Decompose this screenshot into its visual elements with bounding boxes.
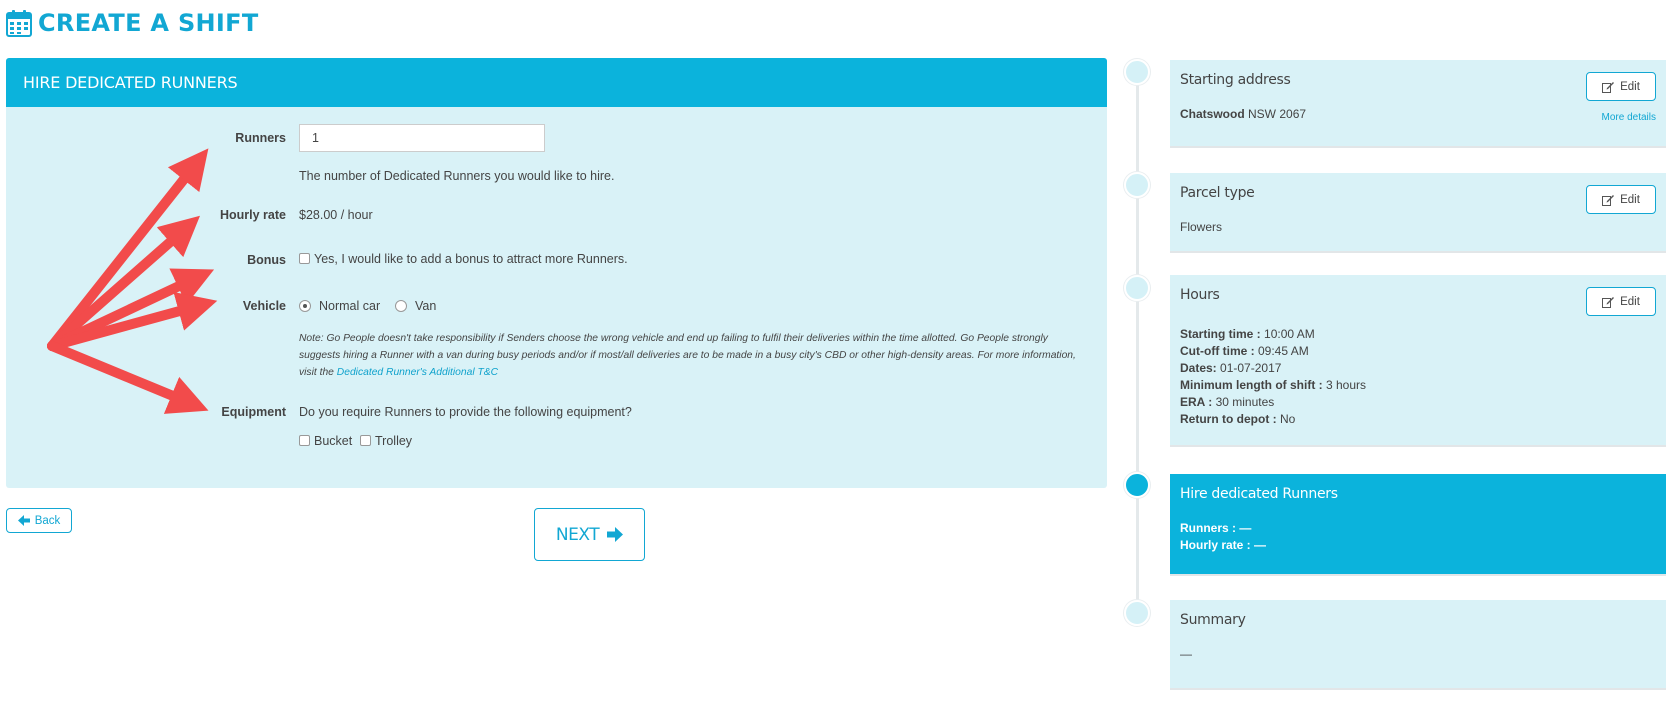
vehicle-option-normal-car[interactable]: Normal car xyxy=(299,299,380,313)
bucket-checkbox[interactable] xyxy=(299,435,310,446)
equipment-option-trolley[interactable]: Trolley xyxy=(360,434,412,448)
summary-value: — xyxy=(1180,647,1192,661)
step-parcel-type: Parcel type Flowers Edit xyxy=(1170,173,1666,253)
trolley-label: Trolley xyxy=(375,434,413,448)
hire-runners-panel: HIRE DEDICATED RUNNERS Runners The numbe… xyxy=(6,58,1107,488)
timeline-dot-parcel-type xyxy=(1124,172,1150,198)
edit-starting-address-button[interactable]: Edit xyxy=(1586,72,1656,101)
hire-row: Hourly rate : — xyxy=(1180,538,1267,552)
bonus-checkbox[interactable] xyxy=(299,253,310,264)
step-title: Summary xyxy=(1180,612,1246,628)
address-postcode: NSW 2067 xyxy=(1248,107,1307,121)
vehicle-label: Vehicle xyxy=(242,299,286,313)
timeline-line xyxy=(1136,70,1139,610)
equipment-option-bucket[interactable]: Bucket xyxy=(299,434,352,448)
bucket-label: Bucket xyxy=(314,434,353,448)
normal-car-radio[interactable] xyxy=(299,300,311,312)
step-summary: Summary — xyxy=(1170,600,1666,690)
edit-icon xyxy=(1602,81,1615,93)
panel-header: HIRE DEDICATED RUNNERS xyxy=(6,58,1107,107)
vehicle-note: Note: Go People doesn't take responsibil… xyxy=(299,330,1079,381)
bonus-option[interactable]: Yes, I would like to add a bonus to attr… xyxy=(299,252,628,266)
next-button[interactable]: NEXT xyxy=(534,508,645,561)
next-button-label: NEXT xyxy=(555,524,600,545)
back-button[interactable]: Back xyxy=(6,508,72,533)
edit-hours-button[interactable]: Edit xyxy=(1586,287,1656,316)
runners-label: Runners xyxy=(235,131,286,145)
hours-row: Dates: 01-07-2017 xyxy=(1180,361,1282,375)
arrow-left-icon xyxy=(17,515,30,526)
calendar-icon xyxy=(6,10,32,37)
hourly-rate-value: $28.00 / hour xyxy=(299,208,373,222)
hours-row: ERA : 30 minutes xyxy=(1180,395,1275,409)
hire-row: Runners : — xyxy=(1180,521,1252,535)
step-hire-dedicated-runners: Hire dedicated Runners Runners : — Hourl… xyxy=(1170,474,1666,576)
edit-icon xyxy=(1602,194,1615,206)
bonus-checkbox-label: Yes, I would like to add a bonus to attr… xyxy=(314,252,628,266)
normal-car-label: Normal car xyxy=(319,299,381,313)
hours-details: Starting time : 10:00 AM Cut-off time : … xyxy=(1180,326,1656,428)
step-starting-address: Starting address Chatswood NSW 2067 Edit… xyxy=(1170,60,1666,148)
bonus-label: Bonus xyxy=(247,253,286,267)
page-title-text: CREATE A SHIFT xyxy=(38,9,259,37)
timeline-dot-hire xyxy=(1124,472,1150,498)
step-hours: Hours Starting time : 10:00 AM Cut-off t… xyxy=(1170,275,1666,447)
address-value: Chatswood NSW 2067 xyxy=(1180,106,1656,123)
van-radio[interactable] xyxy=(395,300,407,312)
additional-tc-link[interactable]: Dedicated Runner's Additional T&C xyxy=(337,367,498,378)
equipment-question: Do you require Runners to provide the fo… xyxy=(299,405,632,419)
step-title: Starting address xyxy=(1180,72,1291,88)
arrow-right-icon xyxy=(607,527,624,542)
address-suburb: Chatswood xyxy=(1180,107,1245,121)
edit-label: Edit xyxy=(1620,193,1640,206)
runners-input[interactable] xyxy=(299,124,545,152)
hourly-rate-label: Hourly rate xyxy=(220,208,286,222)
step-title: Hire dedicated Runners xyxy=(1180,486,1338,502)
timeline-dot-summary xyxy=(1124,600,1150,626)
vehicle-option-van[interactable]: Van xyxy=(395,299,436,313)
van-label: Van xyxy=(415,299,437,313)
edit-label: Edit xyxy=(1620,80,1640,93)
hours-row: Cut-off time : 09:45 AM xyxy=(1180,344,1309,358)
parcel-type-value: Flowers xyxy=(1180,220,1223,234)
edit-icon xyxy=(1602,296,1615,308)
back-button-label: Back xyxy=(34,514,61,527)
edit-label: Edit xyxy=(1620,295,1640,308)
edit-parcel-type-button[interactable]: Edit xyxy=(1586,185,1656,214)
more-details-link[interactable]: More details xyxy=(1602,112,1656,123)
hours-row: Starting time : 10:00 AM xyxy=(1180,327,1315,341)
page-title: CREATE A SHIFT xyxy=(6,6,259,40)
equipment-label: Equipment xyxy=(221,405,286,419)
hours-row: Return to depot : No xyxy=(1180,412,1296,426)
hire-details: Runners : — Hourly rate : — xyxy=(1180,520,1656,554)
step-title: Hours xyxy=(1180,287,1220,303)
timeline-dot-hours xyxy=(1124,275,1150,301)
hours-row: Minimum length of shift : 3 hours xyxy=(1180,378,1367,392)
runners-help: The number of Dedicated Runners you woul… xyxy=(299,169,615,183)
timeline-dot-starting-address xyxy=(1124,59,1150,85)
trolley-checkbox[interactable] xyxy=(360,435,371,446)
step-title: Parcel type xyxy=(1180,185,1255,201)
